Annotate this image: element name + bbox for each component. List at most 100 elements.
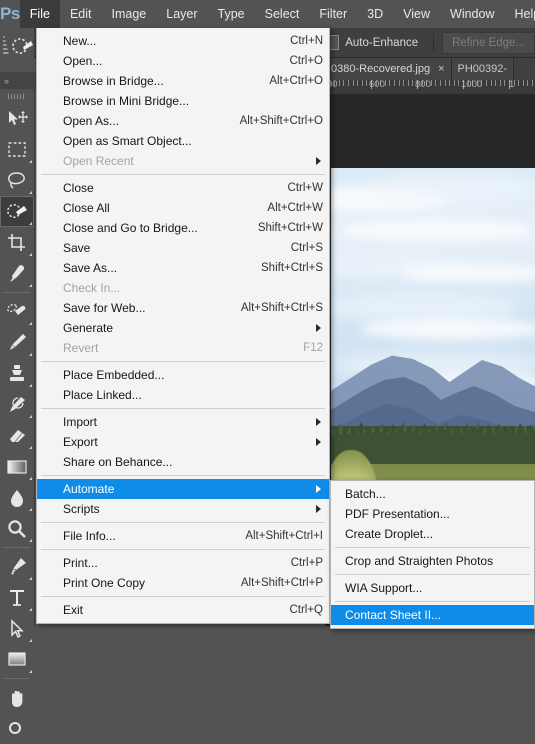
menu-item-browse-in-bridge[interactable]: Browse in Bridge...Alt+Ctrl+O: [37, 71, 329, 91]
menu-item-check-in[interactable]: Check In...: [37, 278, 329, 298]
menu-item-open-as-smart-object[interactable]: Open as Smart Object...: [37, 131, 329, 151]
menu-item-import[interactable]: Import: [37, 412, 329, 432]
menu-item-export[interactable]: Export: [37, 432, 329, 452]
menu-item-label: Open as Smart Object...: [63, 134, 323, 148]
gradient-tool[interactable]: [0, 451, 34, 482]
dodge-tool[interactable]: [0, 513, 34, 544]
menu-item-wia-support[interactable]: WIA Support...: [331, 578, 534, 598]
menu-item-open-as[interactable]: Open As...Alt+Shift+Ctrl+O: [37, 111, 329, 131]
brush-tool[interactable]: [0, 327, 34, 358]
type-tool[interactable]: [0, 582, 34, 613]
menu-item-exit[interactable]: ExitCtrl+Q: [37, 600, 329, 620]
eraser-tool[interactable]: [0, 420, 34, 451]
menu-item-automate[interactable]: Automate: [37, 479, 329, 499]
history-brush-tool[interactable]: [0, 389, 34, 420]
menu-item-label: Open As...: [63, 114, 222, 128]
menu-item-save-as[interactable]: Save As...Shift+Ctrl+S: [37, 258, 329, 278]
menu-item-contact-sheet-ii[interactable]: Contact Sheet II...: [331, 605, 534, 625]
crop-tool[interactable]: [0, 227, 34, 258]
menu-item-place-linked[interactable]: Place Linked...: [37, 385, 329, 405]
menu-item-file-info[interactable]: File Info...Alt+Shift+Ctrl+I: [37, 526, 329, 546]
menu-separator: [41, 408, 325, 409]
tools-panel-grip[interactable]: [0, 89, 34, 103]
menu-item-close[interactable]: CloseCtrl+W: [37, 178, 329, 198]
menu-item-shortcut: F12: [285, 342, 323, 354]
tool-more-corner-icon: [29, 353, 32, 356]
ruler-label: 1000: [461, 80, 482, 90]
menu-separator: [335, 547, 530, 548]
document-tab-title: 0380-Recovered.jpg: [331, 63, 430, 75]
menu-separator: [41, 596, 325, 597]
menu-bar-item-view[interactable]: View: [393, 0, 440, 28]
menu-item-save-for-web[interactable]: Save for Web...Alt+Shift+Ctrl+S: [37, 298, 329, 318]
tool-more-corner-icon: [29, 191, 32, 194]
document-tab-title: PH00392-: [458, 63, 508, 75]
menu-item-generate[interactable]: Generate: [37, 318, 329, 338]
menu-bar-item-filter[interactable]: Filter: [309, 0, 357, 28]
menu-bar-item-file[interactable]: File: [20, 0, 60, 28]
spot-healing-brush-tool[interactable]: [0, 296, 34, 327]
menu-item-new[interactable]: New...Ctrl+N: [37, 31, 329, 51]
tool-more-corner-icon: [29, 446, 32, 449]
pen-tool[interactable]: [0, 551, 34, 582]
menu-bar-item-select[interactable]: Select: [255, 0, 310, 28]
menu-item-shortcut: Shift+Ctrl+W: [240, 222, 323, 234]
ruler-tick: [362, 80, 363, 86]
menu-item-shortcut: Ctrl+W: [270, 182, 323, 194]
file-dropdown-menu[interactable]: New...Ctrl+NOpen...Ctrl+OBrowse in Bridg…: [36, 28, 330, 624]
menu-item-save[interactable]: SaveCtrl+S: [37, 238, 329, 258]
menu-bar-item-window[interactable]: Window: [440, 0, 504, 28]
horizontal-ruler[interactable]: 0060080010001: [325, 80, 535, 95]
menu-item-close-all[interactable]: Close AllAlt+Ctrl+W: [37, 198, 329, 218]
zoom-tool[interactable]: [0, 713, 34, 744]
ruler-tick: [518, 80, 519, 86]
menu-bar-item-3d[interactable]: 3D: [357, 0, 393, 28]
menu-item-create-droplet[interactable]: Create Droplet...: [331, 524, 534, 544]
close-icon[interactable]: ×: [438, 64, 444, 75]
document-tab[interactable]: 0380-Recovered.jpg ×: [325, 58, 452, 80]
move-tool[interactable]: [0, 103, 34, 134]
ruler-tick: [357, 80, 358, 86]
menu-item-revert[interactable]: RevertF12: [37, 338, 329, 358]
eyedropper-tool[interactable]: [0, 258, 34, 289]
hand-tool[interactable]: [0, 682, 34, 713]
menu-bar-item-layer[interactable]: Layer: [156, 0, 207, 28]
automate-submenu[interactable]: Batch... PDF Presentation... Create Drople…: [330, 480, 535, 629]
menu-item-close-and-go-to-bridge[interactable]: Close and Go to Bridge...Shift+Ctrl+W: [37, 218, 329, 238]
ruler-tick: [486, 80, 487, 86]
path-selection-tool[interactable]: [0, 613, 34, 644]
menu-item-label: Crop and Straighten Photos: [345, 554, 528, 568]
menu-separator: [41, 174, 325, 175]
menu-bar-item-edit[interactable]: Edit: [60, 0, 102, 28]
menu-item-print-one-copy[interactable]: Print One CopyAlt+Shift+Ctrl+P: [37, 573, 329, 593]
menu-item-label: PDF Presentation...: [345, 507, 528, 521]
menu-item-crop-and-straighten-photos[interactable]: Crop and Straighten Photos: [331, 551, 534, 571]
collapse-tools-button[interactable]: »: [0, 72, 38, 89]
tools-panel-header: [0, 28, 34, 73]
menu-item-browse-in-mini-bridge[interactable]: Browse in Mini Bridge...: [37, 91, 329, 111]
menu-item-label: Exit: [63, 603, 271, 617]
menu-item-open-recent[interactable]: Open Recent: [37, 151, 329, 171]
blur-tool[interactable]: [0, 482, 34, 513]
menu-item-scripts[interactable]: Scripts: [37, 499, 329, 519]
menu-bar-item-type[interactable]: Type: [208, 0, 255, 28]
lasso-tool[interactable]: [0, 165, 34, 196]
menu-item-label: Batch...: [345, 487, 528, 501]
menu-item-open[interactable]: Open...Ctrl+O: [37, 51, 329, 71]
menu-item-pdf-presentation[interactable]: PDF Presentation...: [331, 504, 534, 524]
ruler-tick: [500, 80, 501, 86]
menu-bar-item-image[interactable]: Image: [102, 0, 157, 28]
menu-item-batch[interactable]: Batch...: [331, 484, 534, 504]
menu-item-share-on-behance[interactable]: Share on Behance...: [37, 452, 329, 472]
quick-selection-tool[interactable]: [0, 196, 34, 227]
refine-edge-button[interactable]: Refine Edge...: [442, 32, 535, 54]
menu-item-label: File Info...: [63, 529, 227, 543]
chevron-right-icon: [316, 505, 321, 513]
document-tab[interactable]: PH00392-: [452, 58, 515, 80]
rectangular-marquee-tool[interactable]: [0, 134, 34, 165]
menu-item-place-embedded[interactable]: Place Embedded...: [37, 365, 329, 385]
rectangle-tool[interactable]: [0, 644, 34, 675]
menu-item-print[interactable]: Print...Ctrl+P: [37, 553, 329, 573]
clone-stamp-tool[interactable]: [0, 358, 34, 389]
menu-bar-item-help[interactable]: Help: [505, 0, 535, 28]
